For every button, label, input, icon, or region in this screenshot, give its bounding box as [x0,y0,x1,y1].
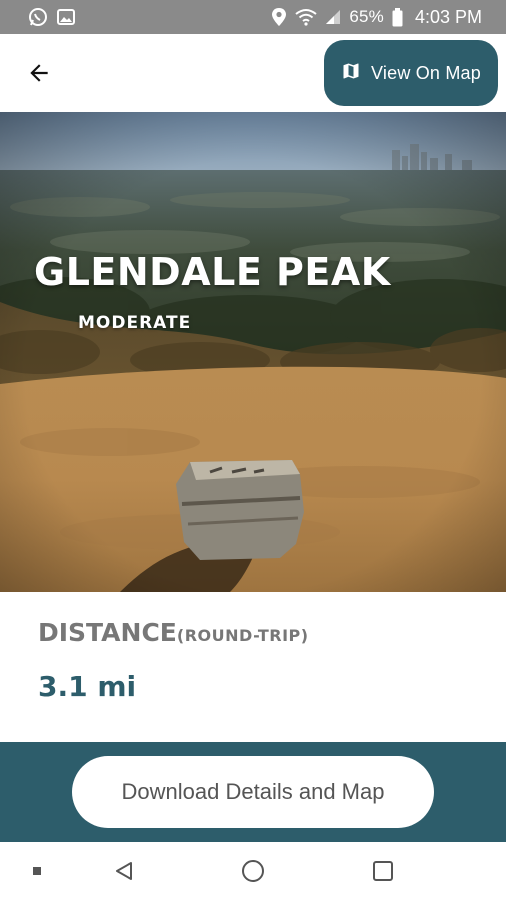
view-on-map-button[interactable]: View On Map [324,40,498,106]
system-nav-bar [0,842,506,900]
wifi-icon [295,8,317,26]
bottom-action-bar: Download Details and Map [0,742,506,842]
dot-icon [24,842,50,900]
back-triangle-icon[interactable] [104,842,144,900]
hero-image: GLENDALE PEAK MODERATE [0,112,506,592]
status-bar: 65% 4:03 PM [0,0,506,34]
hero-landscape-photo [0,112,506,592]
status-right: 65% 4:03 PM [271,7,482,28]
image-icon [56,7,76,27]
difficulty-label: MODERATE [78,313,192,333]
recents-square-icon[interactable] [362,842,404,900]
trail-details: DISTANCE(ROUND-TRIP) 3.1 mi [0,592,506,742]
back-button[interactable] [18,54,60,96]
signal-icon [325,9,341,25]
location-icon [271,7,287,27]
arrow-back-icon [26,60,52,91]
home-circle-icon[interactable] [232,842,274,900]
whatsapp-icon [28,7,48,27]
status-left [28,7,76,27]
distance-heading: DISTANCE(ROUND-TRIP) [38,618,309,647]
distance-label: DISTANCE [38,618,177,647]
distance-value: 3.1 mi [38,670,137,703]
view-on-map-label: View On Map [371,62,481,83]
battery-percent: 65% [349,7,384,26]
trail-name: GLENDALE PEAK [34,250,391,294]
status-time: 4:03 PM [414,6,482,27]
distance-qualifier: (ROUND-TRIP) [176,626,309,645]
download-details-button[interactable]: Download Details and Map [72,756,434,828]
map-icon [341,61,361,86]
battery-icon [392,7,403,27]
app-bar: View On Map [0,34,506,112]
